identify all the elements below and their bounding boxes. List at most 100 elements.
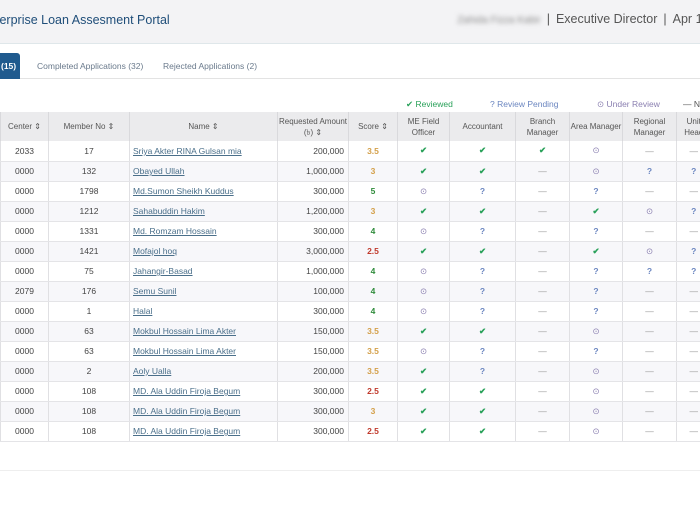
- name-cell: Sriya Akter RINA Gulsan mia: [129, 141, 278, 162]
- column-header-score[interactable]: Score ⇕: [348, 112, 398, 141]
- applicant-name-link[interactable]: Mokbul Hossain Lima Akter: [133, 326, 236, 336]
- dash-icon: —: [645, 286, 654, 296]
- name-cell: Mokbul Hossain Lima Akter: [129, 341, 278, 362]
- clock-icon: ⊙: [592, 385, 600, 396]
- legend-reviewed: ✔ Reviewed: [406, 99, 453, 109]
- clock-icon: ⊙: [645, 205, 654, 216]
- table-row: 0000 1 Halal 300,000 4 ⊙? —? — —: [0, 301, 700, 322]
- area-manager-status-cell: ⊙: [569, 321, 623, 342]
- applicant-name-link[interactable]: MD. Ala Uddin Firoja Begum: [133, 406, 240, 416]
- column-header-center[interactable]: Center ⇕: [0, 112, 49, 141]
- tab-rejected-applications[interactable]: Rejected Applications (2): [163, 53, 257, 79]
- tab-pending-applications[interactable]: (15): [0, 53, 21, 79]
- question-icon: ?: [691, 246, 697, 256]
- dash-icon: —: [538, 286, 547, 296]
- area-manager-status-cell: ✔: [569, 241, 623, 262]
- check-icon: ✔: [419, 365, 428, 376]
- me-field-officer-status-cell: ✔: [397, 141, 450, 162]
- applicant-name-link[interactable]: Aoly Ualla: [133, 366, 171, 376]
- dash-icon: —: [538, 226, 547, 236]
- applicant-name-link[interactable]: Md.Sumon Sheikh Kuddus: [133, 186, 234, 196]
- check-icon: ✔: [592, 245, 600, 256]
- applicant-name-link[interactable]: Halal: [133, 306, 152, 316]
- check-icon: ✔: [419, 405, 428, 416]
- unit-head-status-cell: ?: [676, 261, 700, 282]
- name-cell: MD. Ala Uddin Firoja Begum: [129, 381, 278, 402]
- column-header-member-no[interactable]: Member No ⇕: [48, 112, 130, 141]
- accountant-status-cell: ✔: [449, 421, 516, 442]
- applicant-name-link[interactable]: Sriya Akter RINA Gulsan mia: [133, 146, 242, 156]
- requested-amount-cell: 1,000,000: [277, 261, 349, 282]
- check-icon: ✔: [478, 385, 487, 396]
- score-cell: 3.5: [348, 321, 398, 342]
- dash-icon: —: [645, 186, 654, 196]
- column-header-branch-manager: Branch Manager: [515, 112, 570, 141]
- center-cell: 0000: [0, 201, 49, 222]
- accountant-status-cell: ✔: [449, 401, 516, 422]
- applicant-name-link[interactable]: Sahabuddin Hakim: [133, 206, 205, 216]
- column-header-area-manager: Area Manager: [569, 112, 623, 141]
- check-icon: ✔: [419, 165, 428, 176]
- accountant-status-cell: ?: [449, 341, 516, 362]
- applicant-name-link[interactable]: Mokbul Hossain Lima Akter: [133, 346, 236, 356]
- branch-manager-status-cell: —: [515, 221, 570, 242]
- table-row: 0000 108 MD. Ala Uddin Firoja Begum 300,000…: [0, 381, 700, 402]
- regional-manager-status-cell: —: [622, 421, 677, 442]
- check-icon: ✔: [478, 165, 487, 176]
- question-icon: ?: [479, 266, 486, 276]
- dash-icon: —: [689, 346, 699, 356]
- clock-icon: ⊙: [419, 265, 428, 276]
- requested-amount-cell: 1,000,000: [277, 161, 349, 182]
- me-field-officer-status-cell: ✔: [397, 421, 450, 442]
- member-no-cell: 132: [48, 161, 130, 182]
- name-cell: Halal: [129, 301, 278, 322]
- column-header-requested-amount[interactable]: Requested Amount (৳) ⇕: [277, 112, 349, 141]
- requested-amount-cell: 300,000: [277, 301, 349, 322]
- accountant-status-cell: ✔: [449, 161, 516, 182]
- applicant-name-link[interactable]: MD. Ala Uddin Firoja Begum: [133, 426, 240, 436]
- dash-icon: —: [538, 266, 547, 276]
- regional-manager-status-cell: ?: [622, 261, 677, 282]
- dash-icon: —: [645, 346, 654, 356]
- branch-manager-status-cell: —: [515, 421, 570, 442]
- question-icon: ?: [479, 186, 486, 196]
- center-cell: 0000: [0, 421, 49, 442]
- dash-icon: —: [538, 306, 547, 316]
- applicant-name-link[interactable]: Obayed Ullah: [133, 166, 185, 176]
- clock-icon: ⊙: [419, 185, 428, 196]
- center-cell: 0000: [0, 401, 49, 422]
- unit-head-status-cell: —: [676, 401, 700, 422]
- clock-icon: ⊙: [592, 365, 600, 376]
- dash-icon: —: [689, 226, 699, 236]
- me-field-officer-status-cell: ✔: [397, 321, 450, 342]
- dash-icon: —: [538, 186, 547, 196]
- member-no-cell: 108: [48, 401, 130, 422]
- dash-icon: —: [538, 386, 547, 396]
- regional-manager-status-cell: —: [622, 281, 677, 302]
- applicant-name-link[interactable]: Md. Romzam Hossain: [133, 226, 217, 236]
- applicant-name-link[interactable]: Jahangir-Basad: [133, 266, 193, 276]
- question-icon: ?: [593, 226, 599, 236]
- branch-manager-status-cell: —: [515, 381, 570, 402]
- applicant-name-link[interactable]: MD. Ala Uddin Firoja Begum: [133, 386, 240, 396]
- member-no-cell: 1798: [48, 181, 130, 202]
- legend-review-pending: ? Review Pending: [490, 99, 559, 109]
- member-no-cell: 176: [48, 281, 130, 302]
- applicant-name-link[interactable]: Mofajol hoq: [133, 246, 177, 256]
- question-icon: ?: [593, 266, 599, 276]
- name-cell: Md. Romzam Hossain: [129, 221, 278, 242]
- member-no-cell: 108: [48, 381, 130, 402]
- question-icon: ?: [593, 186, 599, 196]
- column-header-name[interactable]: Name ⇕: [129, 112, 278, 141]
- column-header-accountant: Accountant: [449, 112, 516, 141]
- check-icon: ✔: [419, 205, 428, 216]
- unit-head-status-cell: ?: [676, 241, 700, 262]
- table-row: 0000 1212 Sahabuddin Hakim 1,200,000 3 ✔ ✔ — ✔ ⊙?: [0, 201, 700, 222]
- question-icon: ?: [479, 306, 486, 316]
- regional-manager-status-cell: ⊙: [622, 241, 677, 262]
- accountant-status-cell: ?: [449, 181, 516, 202]
- score-cell: 3: [348, 161, 398, 182]
- applicant-name-link[interactable]: Semu Sunil: [133, 286, 176, 296]
- tab-completed-applications[interactable]: Completed Applications (32): [37, 53, 143, 79]
- dash-icon: —: [689, 386, 699, 396]
